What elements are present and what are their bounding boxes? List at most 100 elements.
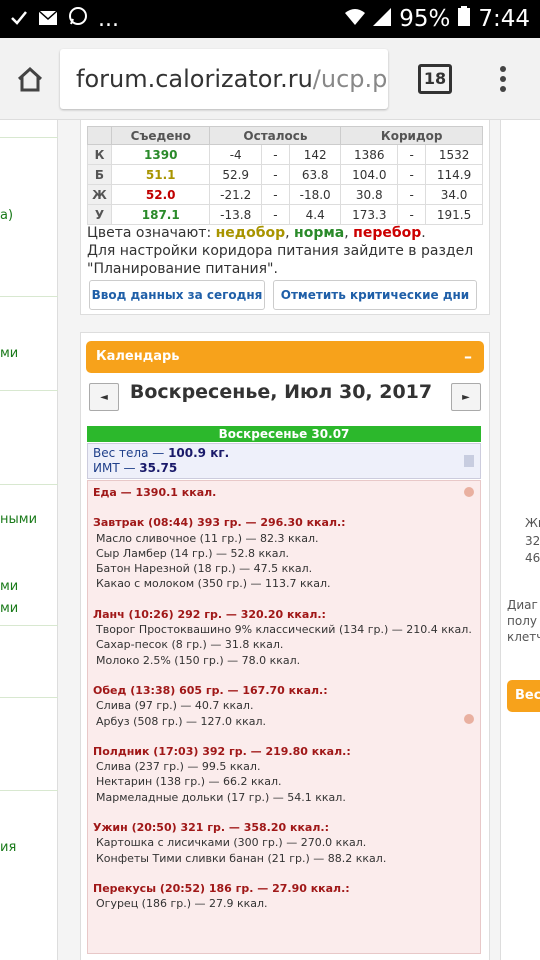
browser-toolbar: forum.calorizator.ru/ucp.php 18	[0, 38, 540, 120]
nutrition-row: Ж 52.0 -21.2- -18.0 30.8-34.0	[87, 184, 483, 205]
overflow-menu-icon[interactable]	[500, 65, 506, 92]
nutrition-row: К 1390 -4-142 1386-1532	[87, 144, 483, 165]
meal-item[interactable]: Сахар-песок (8 гр.) — 31.8 ккал.	[93, 637, 475, 652]
remaining-sep: -	[260, 164, 290, 185]
row-label: У	[87, 204, 112, 225]
corridor-max: 34.0	[425, 184, 483, 205]
calendar-date: Воскресенье, Июл 30, 2017	[129, 381, 433, 403]
left-sidebar: a) ми ными ми ми ия	[0, 120, 58, 960]
trash-icon[interactable]	[464, 455, 474, 467]
color-legend: Цвета означают: недобор, норма, перебор.…	[87, 224, 473, 278]
corridor-max: 191.5	[425, 204, 483, 225]
next-day-button[interactable]: ►	[451, 383, 481, 411]
meal-item[interactable]: Творог Простоквашино 9% классический (13…	[93, 622, 475, 637]
col-eaten: Съедено	[110, 126, 211, 145]
eaten-value: 52.0	[110, 184, 211, 205]
meal-item[interactable]: Конфеты Тими сливки банан (21 гр.) — 88.…	[93, 851, 475, 866]
meal-item[interactable]: Какао с молоком (350 гр.) — 113.7 ккал.	[93, 576, 475, 591]
calendar-header[interactable]: Календарь –	[86, 341, 484, 373]
right-text: клетч	[507, 630, 540, 644]
row-label: К	[87, 144, 112, 165]
meal-item[interactable]: Арбуз (508 гр.) — 127.0 ккал.	[93, 714, 475, 729]
legend-under: недобор	[215, 225, 286, 241]
legend-comma: ,	[285, 225, 295, 241]
row-label: Ж	[87, 184, 112, 205]
corridor-sep: -	[397, 144, 427, 165]
legend-prefix: Цвета означают:	[87, 225, 216, 241]
corridor-sep: -	[397, 164, 427, 185]
meal-item[interactable]: Масло сливочное (11 гр.) — 82.3 ккал.	[93, 531, 475, 546]
meal-item[interactable]: Слива (237 гр.) — 99.5 ккал.	[93, 759, 475, 774]
enter-today-button[interactable]: Ввод данных за сегодня	[89, 280, 265, 310]
hand-icon[interactable]	[464, 714, 474, 724]
meal-item[interactable]: Мармеладные дольки (17 гр.) — 54.1 ккал.	[93, 790, 475, 805]
meal-header: Ужин (20:50) 321 гр. — 358.20 ккал.:	[93, 821, 329, 835]
meal-header: Перекусы (20:52) 186 гр. — 27.90 ккал.:	[93, 881, 350, 895]
day-bar: Воскресенье 30.07	[87, 426, 481, 442]
corridor-sep: -	[397, 184, 427, 205]
remaining-sep: -	[260, 204, 290, 225]
meal-header: Полдник (17:03) 392 гр. — 219.80 ккал.:	[93, 744, 351, 758]
remaining-max: 63.8	[288, 164, 342, 185]
home-icon[interactable]	[0, 66, 60, 92]
sidebar-label[interactable]: ия	[0, 840, 16, 855]
sidebar-label[interactable]: ми	[0, 346, 18, 361]
right-sidebar: Жи 32 46 Диаг полу клетч Вес	[500, 120, 540, 960]
corridor-min: 30.8	[340, 184, 399, 205]
mail-icon	[38, 7, 58, 32]
meal-item[interactable]: Слива (97 гр.) — 40.7 ккал.	[93, 698, 475, 713]
col-corridor: Коридор	[340, 126, 483, 145]
bmi-value: 35.75	[139, 461, 178, 475]
url-host: forum.calorizator.ru	[76, 64, 313, 93]
remaining-max: 4.4	[288, 204, 342, 225]
tab-switcher-button[interactable]: 18	[418, 63, 452, 94]
sidebar-label[interactable]: a)	[0, 208, 13, 223]
url-bar[interactable]: forum.calorizator.ru/ucp.php	[60, 48, 388, 109]
meal-item[interactable]: Огурец (186 гр.) — 27.9 ккал.	[93, 896, 475, 911]
collapse-icon[interactable]: –	[464, 347, 472, 366]
remaining-max: -18.0	[288, 184, 342, 205]
wifi-icon	[345, 6, 366, 32]
legend-normal: норма	[294, 225, 345, 241]
row-label: Б	[87, 164, 112, 185]
prev-day-button[interactable]: ◄	[89, 383, 119, 411]
sidebar-label[interactable]: ми	[0, 579, 18, 594]
weight-label: Вес тела —	[93, 446, 169, 460]
corridor-sep: -	[397, 204, 427, 225]
eaten-value: 51.1	[110, 164, 211, 185]
right-text: полу	[507, 614, 537, 628]
clock: 7:44	[478, 6, 530, 32]
url-path: /ucp.php	[312, 64, 388, 93]
legend-comma: ,	[344, 225, 354, 241]
eaten-value: 187.1	[110, 204, 211, 225]
hand-icon[interactable]	[464, 487, 474, 497]
right-text: Диаг	[507, 598, 538, 612]
meal-item[interactable]: Батон Нарезной (18 гр.) — 47.5 ккал.	[93, 561, 475, 576]
corridor-max: 114.9	[425, 164, 483, 185]
meal-item[interactable]: Картошка с лисичками (300 гр.) — 270.0 к…	[93, 835, 475, 850]
bmi-label: ИМТ —	[93, 461, 140, 475]
corridor-min: 173.3	[340, 204, 399, 225]
remaining-min: -4	[209, 144, 262, 165]
meal-item[interactable]: Нектарин (138 гр.) — 66.2 ккал.	[93, 774, 475, 789]
right-text: Жи	[525, 516, 540, 530]
right-text: 46	[525, 551, 540, 565]
remaining-max: 142	[288, 144, 342, 165]
meal-item[interactable]: Молоко 2.5% (150 гр.) — 78.0 ккал.	[93, 653, 475, 668]
corridor-note-2: "Планирование питания".	[87, 261, 278, 277]
battery-percent: 95%	[399, 6, 451, 32]
meal-header: Ланч (10:26) 292 гр. — 320.20 ккал.:	[93, 607, 326, 621]
meal-header: Завтрак (08:44) 393 гр. — 296.30 ккал.:	[93, 516, 346, 530]
battery-icon	[458, 6, 471, 32]
mark-critical-days-button[interactable]: Отметить критические дни	[273, 280, 477, 310]
sidebar-label[interactable]: ными	[0, 512, 37, 527]
sidebar-label[interactable]: ми	[0, 601, 18, 616]
col-remaining: Осталось	[209, 126, 342, 145]
nutrition-row: У 187.1 -13.8-4.4 173.3-191.5	[87, 204, 483, 225]
eaten-value: 1390	[110, 144, 211, 165]
meal-item[interactable]: Сыр Ламбер (14 гр.) — 52.8 ккал.	[93, 546, 475, 561]
nutrition-row: Б 51.1 52.9-63.8 104.0-114.9	[87, 164, 483, 185]
calendar-title: Календарь	[96, 349, 180, 364]
remaining-min: -21.2	[209, 184, 262, 205]
weight-panel-header[interactable]: Вес	[507, 680, 540, 712]
